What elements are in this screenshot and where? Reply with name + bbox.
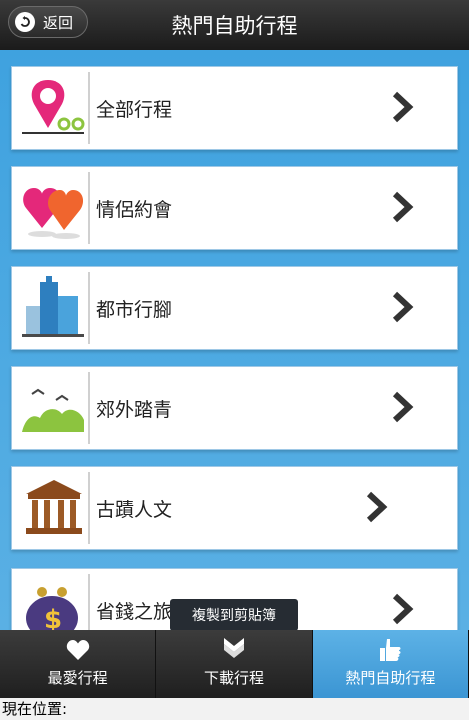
item-label: 情侶約會 [96, 199, 173, 221]
item-label: 都市行腳 [96, 299, 173, 321]
page-title: 熱門自助行程 [171, 14, 298, 38]
chevron-right-icon [392, 593, 414, 625]
download-icon [156, 636, 311, 664]
chevron-right-icon [392, 391, 414, 423]
item-label: 古蹟人文 [96, 499, 173, 521]
chevron-right-icon [392, 91, 414, 123]
list-item-countryside[interactable]: 郊外踏青 [11, 366, 458, 450]
chevron-right-icon [392, 291, 414, 323]
tab-popular-trips[interactable]: 熱門自助行程 [312, 630, 469, 698]
temple-icon [20, 472, 90, 544]
location-status: 現在位置: [0, 698, 469, 720]
item-label: 郊外踏青 [96, 399, 173, 421]
tab-label: 熱門自助行程 [345, 669, 436, 687]
svg-text:$: $ [44, 605, 62, 630]
tab-favorites[interactable]: 最愛行程 [0, 630, 157, 698]
chevron-right-icon [392, 191, 414, 223]
item-label: 全部行程 [96, 99, 173, 121]
tab-label: 下載行程 [203, 669, 264, 687]
city-buildings-icon [20, 272, 90, 344]
list-item-couples-date[interactable]: 情侶約會 [11, 166, 458, 250]
bottom-tab-bar: 最愛行程 下載行程 熱門自助行程 [0, 630, 469, 698]
item-label: 省錢之旅 [96, 601, 173, 623]
list-item-heritage[interactable]: 古蹟人文 [11, 466, 458, 550]
heart-icon [0, 636, 155, 664]
tab-downloads[interactable]: 下載行程 [156, 630, 313, 698]
chevron-right-icon [366, 491, 388, 523]
money-bag-icon: $ [20, 574, 90, 630]
list-item-city-walk[interactable]: 都市行腳 [11, 266, 458, 350]
list-item-all-trips[interactable]: 全部行程 [11, 66, 458, 150]
tab-label: 最愛行程 [47, 669, 108, 687]
thumbs-up-icon [313, 636, 468, 664]
countryside-icon [20, 372, 90, 444]
header-bar: 返回 熱門自助行程 [0, 0, 469, 50]
map-pin-icon [20, 72, 90, 144]
itinerary-list: 全部行程 情侶約會 都市行腳 郊外踏青 古蹟人文 $ 省錢之旅 [0, 50, 469, 630]
copied-toast: 複製到剪貼簿 [170, 599, 298, 631]
hearts-icon [20, 172, 90, 244]
